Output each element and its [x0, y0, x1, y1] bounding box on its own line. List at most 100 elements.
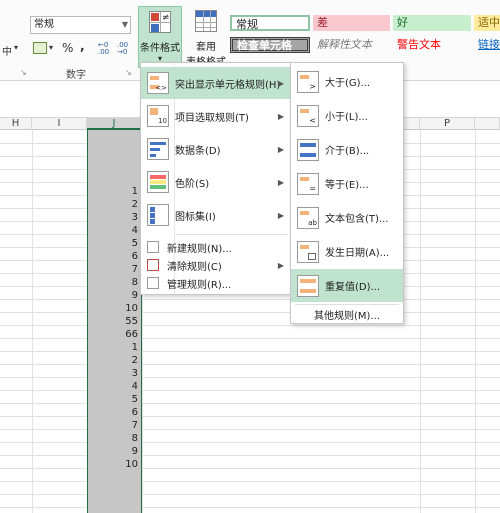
column-header-i[interactable]: I [32, 118, 87, 130]
column-header-j[interactable]: J [87, 118, 142, 130]
text-contains-icon: ab [297, 206, 319, 229]
menu-item-label: 管理规则(R)... [167, 279, 232, 291]
cell-value[interactable]: 4 [86, 380, 141, 393]
selected-column-j[interactable]: 1 2 3 4 5 6 7 8 9 10 55 66 1 2 3 4 5 6 7… [87, 130, 142, 513]
menu-item-label: 数据条(D) [175, 145, 221, 157]
menu-manage-rules[interactable]: 管理规则(R)... [141, 274, 292, 292]
comma-style-button[interactable]: , [80, 39, 85, 53]
alignment-dialog-launcher-icon[interactable]: ↘ [20, 68, 27, 77]
accounting-format-icon[interactable] [33, 42, 47, 54]
cell-value[interactable]: 5 [86, 237, 141, 250]
submenu-more-rules[interactable]: 其他规则(M)... [291, 306, 403, 323]
menu-item-label: 文本包含(T)... [325, 214, 389, 225]
top-bottom-rules-icon: 10 [147, 105, 169, 127]
menu-item-label: 发生日期(A)... [325, 248, 390, 259]
cell-value[interactable]: 4 [86, 224, 141, 237]
percent-button[interactable]: % [62, 41, 73, 55]
menu-item-label: 色阶(S) [175, 178, 210, 190]
cell-value[interactable]: 5 [86, 393, 141, 406]
submenu-duplicate-values[interactable]: 重复值(D)... [291, 269, 403, 302]
number-dialog-launcher-icon[interactable]: ↘ [125, 68, 132, 77]
submenu-equal-to[interactable]: = 等于(E)... [291, 167, 403, 200]
submenu-between[interactable]: 介于(B)... [291, 133, 403, 166]
style-explanatory[interactable]: 解释性文本 [313, 37, 390, 53]
accounting-dropdown-arrow-icon[interactable]: ▾ [49, 43, 53, 52]
chevron-right-icon: ▶ [277, 78, 284, 88]
decrease-decimal-button[interactable]: .00 →0 [117, 42, 131, 56]
cell-value[interactable]: 6 [86, 406, 141, 419]
cell-value[interactable]: 55 [86, 315, 141, 328]
menu-data-bars[interactable]: 数据条(D) ▶ [141, 133, 292, 165]
chevron-right-icon: ▶ [277, 144, 284, 154]
style-check-cell[interactable]: 检查单元格 [230, 37, 310, 53]
cell-value[interactable]: 8 [86, 432, 141, 445]
style-warning[interactable]: 警告文本 [393, 37, 471, 53]
cell-value[interactable]: 6 [86, 250, 141, 263]
style-normal[interactable]: 常规 [230, 15, 310, 31]
chevron-right-icon: ▶ [277, 260, 284, 270]
column-header-h[interactable]: H [0, 118, 32, 130]
menu-color-scales[interactable]: 色阶(S) ▶ [141, 166, 292, 198]
conditional-formatting-menu: <> 突出显示单元格规则(H) ▶ 10 项目选取规则(T) ▶ 数据条(D) … [140, 62, 293, 295]
menu-icon-sets[interactable]: 图标集(I) ▶ [141, 199, 292, 231]
menu-clear-rules[interactable]: 清除规则(C) ▶ [141, 256, 292, 274]
menu-new-rule[interactable]: 新建规则(N)... [141, 238, 292, 256]
number-format-value: 常规 [34, 19, 54, 30]
menu-item-label: 新建规则(N)... [167, 243, 232, 255]
cell-value[interactable]: 3 [86, 367, 141, 380]
cell-value[interactable]: 9 [86, 289, 141, 302]
menu-highlight-cells-rules[interactable]: <> 突出显示单元格规则(H) ▶ [141, 67, 292, 99]
chevron-right-icon: ▶ [277, 111, 284, 121]
increase-decimal-button[interactable]: ←0 .00 [98, 42, 112, 56]
cell-value[interactable]: 1 [86, 341, 141, 354]
cell-value[interactable]: 10 [86, 458, 141, 471]
align-center-button[interactable]: 中 [2, 43, 12, 58]
cell-value[interactable]: 7 [86, 263, 141, 276]
menu-item-label: 等于(E)... [325, 180, 369, 191]
number-group-label: 数字 [66, 70, 86, 81]
cell-value[interactable]: 7 [86, 419, 141, 432]
between-icon [297, 138, 319, 161]
cell-value[interactable]: 3 [86, 211, 141, 224]
equal-to-icon: = [297, 172, 319, 195]
style-neutral[interactable]: 适中 [474, 15, 500, 31]
duplicate-values-icon [297, 274, 319, 297]
manage-rules-icon [147, 277, 159, 289]
cell-value[interactable]: 2 [86, 354, 141, 367]
submenu-date-occurring[interactable]: 发生日期(A)... [291, 235, 403, 268]
cell-value[interactable]: 10 [86, 302, 141, 315]
submenu-text-contains[interactable]: ab 文本包含(T)... [291, 201, 403, 234]
data-bars-icon [147, 138, 169, 160]
column-header-q[interactable] [475, 118, 500, 130]
color-scales-icon [147, 171, 169, 193]
new-rule-icon [147, 241, 159, 253]
conditional-formatting-button[interactable]: ≠ 条件格式 ▾ [138, 6, 182, 68]
chevron-down-icon: ▼ [121, 20, 128, 29]
cell-value[interactable]: 1 [86, 185, 141, 198]
menu-item-label: 图标集(I) [175, 211, 216, 223]
menu-item-label: 介于(B)... [325, 146, 370, 157]
number-format-select[interactable]: 常规 ▼ [30, 16, 131, 34]
align-dropdown-arrow-icon[interactable]: ▾ [14, 43, 18, 52]
menu-item-label: 突出显示单元格规则(H) [175, 79, 281, 91]
menu-item-label: 小于(L)... [325, 112, 368, 123]
menu-top-bottom-rules[interactable]: 10 项目选取规则(T) ▶ [141, 100, 292, 132]
conditional-formatting-label: 条件格式 [140, 43, 180, 54]
menu-item-label: 大于(G)... [325, 78, 371, 89]
style-good[interactable]: 好 [393, 15, 471, 31]
submenu-less-than[interactable]: < 小于(L)... [291, 99, 403, 132]
submenu-greater-than[interactable]: > 大于(G)... [291, 65, 403, 98]
style-hyperlink[interactable]: 链接 [474, 37, 500, 53]
cell-value[interactable]: 2 [86, 198, 141, 211]
cell-value[interactable]: 8 [86, 276, 141, 289]
column-header-p[interactable]: P [420, 118, 475, 130]
highlight-cells-submenu: > 大于(G)... < 小于(L)... 介于(B)... = 等于(E)..… [290, 62, 404, 324]
menu-item-label: 清除规则(C) [167, 261, 222, 273]
highlight-cells-icon: <> [147, 72, 169, 94]
format-as-table-icon [195, 10, 217, 32]
eraser-icon [147, 259, 159, 271]
cell-value[interactable]: 66 [86, 328, 141, 341]
cell-value[interactable]: 9 [86, 445, 141, 458]
format-as-table-button[interactable]: 套用 表格格式 [186, 6, 226, 68]
style-bad[interactable]: 差 [313, 15, 390, 31]
